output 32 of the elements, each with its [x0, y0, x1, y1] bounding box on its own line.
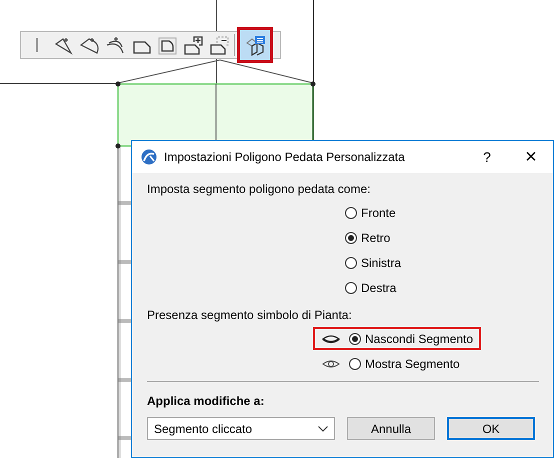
chevron-down-icon: [318, 426, 328, 432]
radio-button[interactable]: [345, 282, 357, 294]
section-label: Imposta segmento poligono pedata come:: [147, 182, 372, 196]
close-button[interactable]: ×: [509, 141, 553, 173]
radio-option[interactable]: Mostra Segmento: [349, 355, 460, 372]
curve-icon: [104, 34, 126, 56]
settings-icon: [244, 34, 266, 56]
radio-option[interactable]: Sinistra: [345, 254, 540, 271]
cancel-button[interactable]: Annulla: [347, 417, 435, 440]
apply-label: Applica modifiche a:: [147, 394, 266, 408]
ok-button[interactable]: OK: [447, 417, 535, 440]
section-label: Presenza segmento simbolo di Pianta:: [147, 308, 353, 322]
radio-button[interactable]: [349, 332, 361, 344]
radio-option[interactable]: Nascondi Segmento: [349, 330, 474, 347]
radio-option[interactable]: Destra: [345, 279, 540, 296]
radio-button[interactable]: [345, 206, 357, 218]
add-shape-icon: [182, 34, 204, 56]
radio-button[interactable]: [349, 358, 361, 370]
line-icon: [35, 37, 39, 53]
radio-button[interactable]: [345, 232, 357, 244]
app-logo-icon: [141, 149, 157, 165]
settings-tool-button[interactable]: [240, 30, 270, 60]
dialog-title: Impostazioni Poligono Pedata Personalizzata: [164, 150, 406, 164]
radio-option[interactable]: Retro: [345, 229, 540, 246]
rounded-corner-icon: [156, 34, 178, 56]
radio-button[interactable]: [345, 256, 357, 268]
eye-icon: [322, 358, 340, 370]
help-button[interactable]: ?: [465, 141, 509, 173]
radio-option[interactable]: Fronte: [345, 204, 540, 221]
apply-dropdown[interactable]: Segmento cliccato: [147, 417, 335, 440]
closed-eye-icon: [322, 332, 340, 344]
subtract-shape-icon: [208, 34, 230, 56]
